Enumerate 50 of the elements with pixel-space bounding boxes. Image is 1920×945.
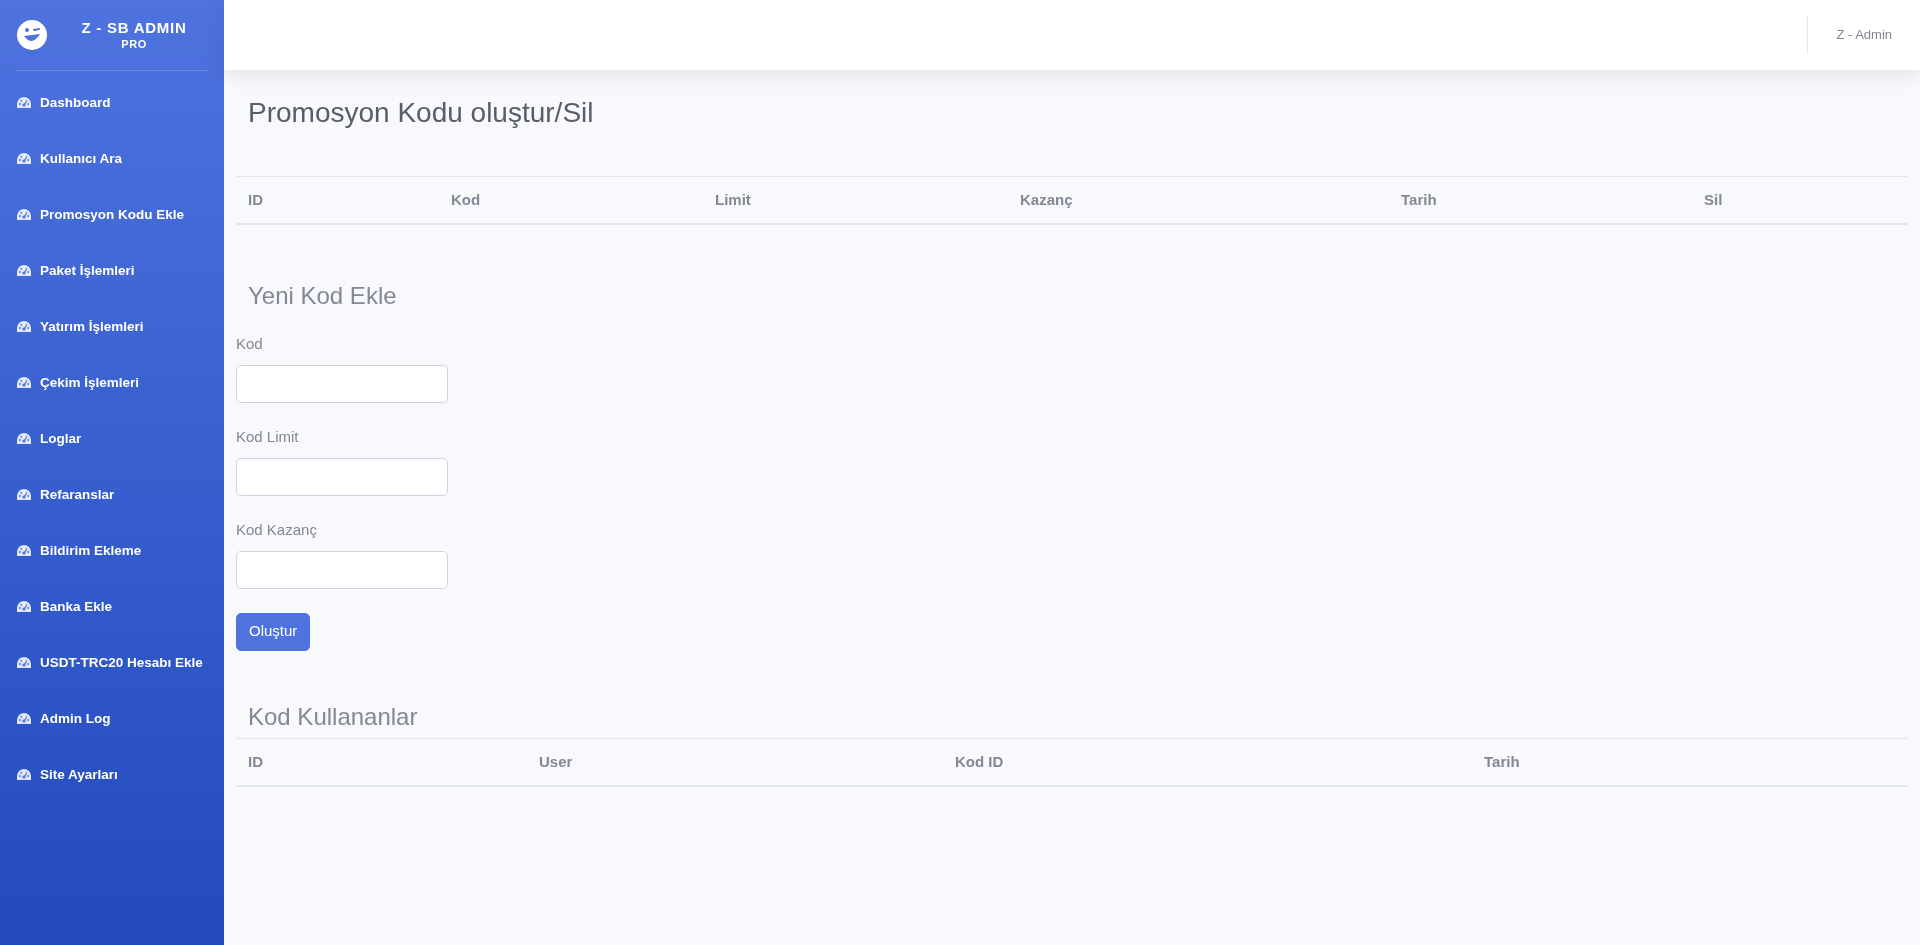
gauge-icon: [16, 320, 32, 334]
sidebar-item[interactable]: Refaranslar: [16, 467, 208, 523]
column-header: ID: [236, 738, 527, 786]
field-label: Kod: [236, 333, 263, 354]
column-header: Tarih: [1472, 738, 1908, 786]
section-title: Kod Kullananlar: [247, 701, 419, 732]
laughing-face-icon: [16, 19, 48, 51]
input-field[interactable]: [236, 364, 448, 403]
column-header: Kazanç: [1008, 176, 1389, 224]
column-header: User: [527, 738, 943, 786]
gauge-icon: [16, 600, 32, 614]
brand-title: Z - SB ADMIN: [81, 18, 187, 38]
create-button[interactable]: Oluştur: [236, 612, 311, 651]
user-link[interactable]: Z - Admin: [1836, 25, 1892, 45]
gauge-icon: [16, 96, 32, 110]
gauge-icon: [16, 768, 32, 782]
gauge-icon: [16, 712, 32, 726]
gauge-icon: [16, 208, 32, 222]
column-header: Kod: [439, 176, 703, 224]
gauge-icon: [16, 544, 32, 558]
column-header: Limit: [703, 176, 1008, 224]
gauge-icon: [16, 488, 32, 502]
gauge-icon: [16, 432, 32, 446]
column-header: Tarih: [1389, 176, 1692, 224]
page-title: Promosyon Kodu oluştur/Sil: [247, 96, 595, 130]
sidebar-item[interactable]: USDT-TRC20 Hesabı Ekle: [16, 635, 208, 691]
sidebar-item[interactable]: Banka Ekle: [16, 579, 208, 635]
gauge-icon: [16, 656, 32, 670]
sidebar-item[interactable]: Paket İşlemleri: [16, 243, 208, 299]
sidebar-item[interactable]: Yatırım İşlemleri: [16, 299, 208, 355]
gauge-icon: [16, 264, 32, 278]
sidebar-item[interactable]: Promosyon Kodu Ekle: [16, 187, 208, 243]
sidebar-item[interactable]: Dashboard: [16, 75, 208, 131]
sidebar-item[interactable]: Loglar: [16, 411, 208, 467]
brand-subtitle: PRO: [121, 37, 147, 52]
sidebar-item[interactable]: Bildirim Ekleme: [16, 523, 208, 579]
input-field[interactable]: [236, 457, 448, 496]
column-header: ID: [236, 176, 439, 224]
sidebar-item[interactable]: Site Ayarları: [16, 747, 208, 803]
sidebar-item[interactable]: Kullanıcı Ara: [16, 131, 208, 187]
input-field[interactable]: [236, 550, 448, 589]
section-title: Yeni Kod Ekle: [247, 280, 398, 311]
field-label: Kod Limit: [236, 426, 299, 447]
gauge-icon: [16, 376, 32, 390]
gauge-icon: [16, 152, 32, 166]
sidebar-item[interactable]: Admin Log: [16, 691, 208, 747]
field-label: Kod Kazanç: [236, 519, 317, 540]
column-header: Sil: [1692, 176, 1908, 224]
sidebar-item[interactable]: Çekim İşlemleri: [16, 355, 208, 411]
column-header: Kod ID: [943, 738, 1472, 786]
